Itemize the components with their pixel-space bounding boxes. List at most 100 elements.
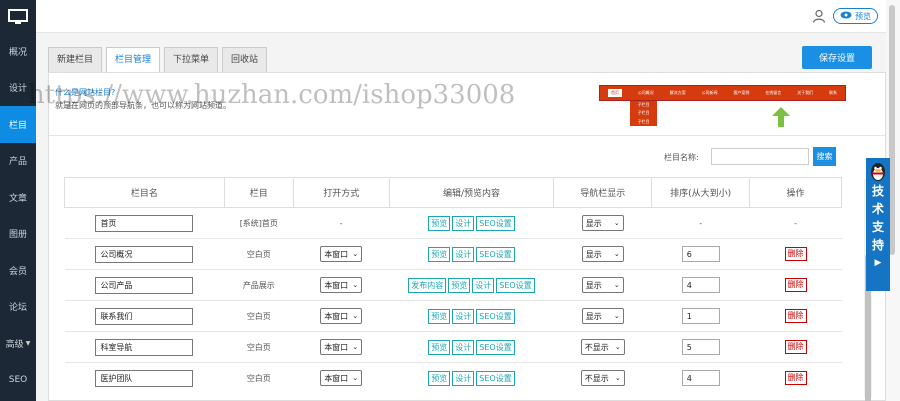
nav-demo-submenu: 子栏目 子栏目 子栏目 [630, 101, 657, 126]
design-button[interactable]: 设计 [452, 308, 475, 324]
column-name-input[interactable]: 首页 [95, 214, 194, 232]
tab-recycle-bin[interactable]: 回收站 [222, 47, 268, 72]
preview-button[interactable]: 预览 [428, 339, 451, 355]
design-button[interactable]: 设计 [452, 339, 475, 355]
seo-settings-button[interactable]: SEO设置 [476, 215, 515, 231]
search-input[interactable] [711, 148, 809, 165]
seo-settings-button[interactable]: SEO设置 [476, 246, 515, 262]
sidebar-item-overview[interactable]: 概况 [0, 33, 36, 70]
nav-display-select[interactable]: 不显示 ⌄ [580, 339, 625, 355]
tab-column-management[interactable]: 栏目管理 [106, 47, 161, 72]
tab-new-column[interactable]: 新建栏目 [48, 47, 103, 72]
sidebar-item-label: 论坛 [8, 303, 27, 314]
column-type: 空白页 [224, 331, 294, 363]
nav-display-select[interactable]: 显示 ⌄ [581, 277, 624, 293]
nav-demo-subitem: 子栏目 [637, 118, 650, 124]
delete-button[interactable]: 删除 [784, 371, 807, 386]
seo-settings-button[interactable]: SEO设置 [476, 339, 515, 355]
column-header: 栏目名 [64, 177, 225, 208]
seo-settings-button[interactable]: SEO设置 [476, 370, 515, 386]
nav-display-select[interactable]: 显示 ⌄ [581, 308, 624, 324]
chevron-down-icon: ⌄ [613, 281, 620, 289]
select-value: 显示 [585, 311, 602, 321]
sidebar-item-albums[interactable]: 图册 [0, 216, 36, 253]
nav-demo-image: 首页 公司概况 解决方案 公司新闻 客户案例 在线留言 关于我们 联系 [599, 85, 846, 101]
support-char: 技 [871, 184, 884, 198]
sidebar-item-products[interactable]: 产品 [0, 143, 36, 180]
tab-dropdown-menu[interactable]: 下拉菜单 [164, 47, 219, 72]
sort-text: - [651, 207, 750, 239]
column-header: 栏目 [223, 177, 294, 208]
preview-button[interactable]: 预览 [428, 370, 451, 386]
sort-input[interactable]: 4 [681, 277, 720, 293]
column-name-input[interactable]: 公司产品 [95, 276, 194, 294]
sidebar-item-label: 设计 [8, 84, 27, 95]
nav-demo-item: 公司新闻 [701, 90, 718, 95]
delete-button[interactable]: 删除 [784, 309, 807, 323]
chevron-down-icon: ⌄ [613, 219, 620, 227]
delete-button[interactable]: 删除 [784, 278, 807, 292]
support-char: 持 [871, 238, 884, 252]
column-type: 空白页 [224, 300, 294, 332]
column-name-input[interactable]: 医护团队 [95, 369, 194, 387]
nav-display-select[interactable]: 显示 ⌄ [581, 246, 624, 262]
sidebar-item-members[interactable]: 会员 [0, 252, 36, 289]
chevron-down-icon: ⌄ [352, 343, 359, 351]
sidebar-item-forum[interactable]: 论坛 [0, 289, 36, 326]
column-type: [系统]首页 [224, 207, 294, 239]
preview-button[interactable]: 预览 [428, 246, 451, 262]
content-panel: 什么是网站栏目? 就是在网页的顶部导航条，也可以称为网站频道。 首页 公司概况 … [48, 72, 886, 401]
caret-right-icon: ▶ [874, 258, 882, 268]
design-button[interactable]: 设计 [452, 215, 475, 231]
column-name-input[interactable]: 联系我们 [95, 307, 194, 325]
sidebar-item-label: 概况 [8, 47, 27, 58]
preview-button[interactable]: 预览 [448, 277, 471, 293]
publish-content-button[interactable]: 发布内容 [408, 277, 447, 293]
sidebar-item-seo[interactable]: SEO [0, 362, 36, 399]
save-settings-button[interactable]: 保存设置 [802, 46, 872, 69]
columns-table: 栏目名 栏目 打开方式 编辑/预览内容 导航栏显示 排序(从大到小) 操作 首页… [64, 177, 842, 394]
preview-button[interactable]: 预览 [428, 215, 451, 231]
design-button[interactable]: 设计 [472, 277, 495, 293]
seo-settings-button[interactable]: SEO设置 [476, 308, 515, 324]
chevron-down-icon: ⌄ [614, 343, 621, 351]
open-mode-select[interactable]: 本窗口 ⌄ [320, 370, 363, 387]
tech-support-widget[interactable]: 技 术 支 持 ▶ [866, 158, 890, 291]
preview-button[interactable]: 预览 [428, 308, 451, 324]
support-char: 术 [871, 202, 884, 216]
column-type: 空白页 [224, 238, 294, 270]
sidebar-item-articles[interactable]: 文章 [0, 179, 36, 216]
search-button[interactable]: 搜索 [813, 147, 836, 166]
open-mode-select[interactable]: 本窗口 ⌄ [320, 277, 363, 293]
select-value: 不显示 [584, 342, 609, 352]
user-icon[interactable] [812, 9, 826, 23]
seo-settings-button[interactable]: SEO设置 [496, 277, 535, 293]
search-label: 栏目名称: [664, 153, 699, 162]
support-char: 支 [871, 220, 884, 234]
delete-button[interactable]: 删除 [784, 340, 807, 354]
nav-display-select[interactable]: 显示 ⌄ [581, 215, 624, 231]
sort-input[interactable]: 4 [681, 370, 720, 387]
column-name-input[interactable]: 科室导航 [95, 338, 194, 356]
watermark: https://www.huzhan.com/ishop33008 [28, 80, 516, 110]
open-mode-select[interactable]: 本窗口 ⌄ [320, 308, 363, 324]
select-value: 显示 [585, 218, 602, 228]
delete-button[interactable]: 删除 [784, 247, 807, 261]
sort-input[interactable]: 6 [681, 246, 720, 262]
select-value: 显示 [585, 280, 602, 290]
column-header: 导航栏显示 [553, 177, 653, 208]
preview-button[interactable]: 预览 [833, 8, 878, 24]
sidebar-item-columns[interactable]: 栏目 [0, 106, 36, 143]
nav-display-select[interactable]: 不显示 ⌄ [580, 370, 625, 387]
sort-input[interactable]: 5 [681, 339, 720, 355]
open-mode-select[interactable]: 本窗口 ⌄ [320, 246, 363, 262]
open-mode-select[interactable]: 本窗口 ⌄ [320, 339, 363, 355]
column-header: 编辑/预览内容 [388, 177, 555, 208]
sidebar-item-advanced[interactable]: 高级 ▼ [0, 325, 36, 362]
column-name-input[interactable]: 公司概况 [95, 245, 194, 263]
table-row: 联系我们 空白页 本窗口 ⌄ 预览 设计 SEO设置 显示 ⌄ 1 删除 [64, 300, 842, 332]
sort-input[interactable]: 1 [681, 308, 720, 324]
design-button[interactable]: 设计 [452, 246, 475, 262]
monitor-icon[interactable] [0, 0, 36, 33]
design-button[interactable]: 设计 [452, 370, 475, 386]
